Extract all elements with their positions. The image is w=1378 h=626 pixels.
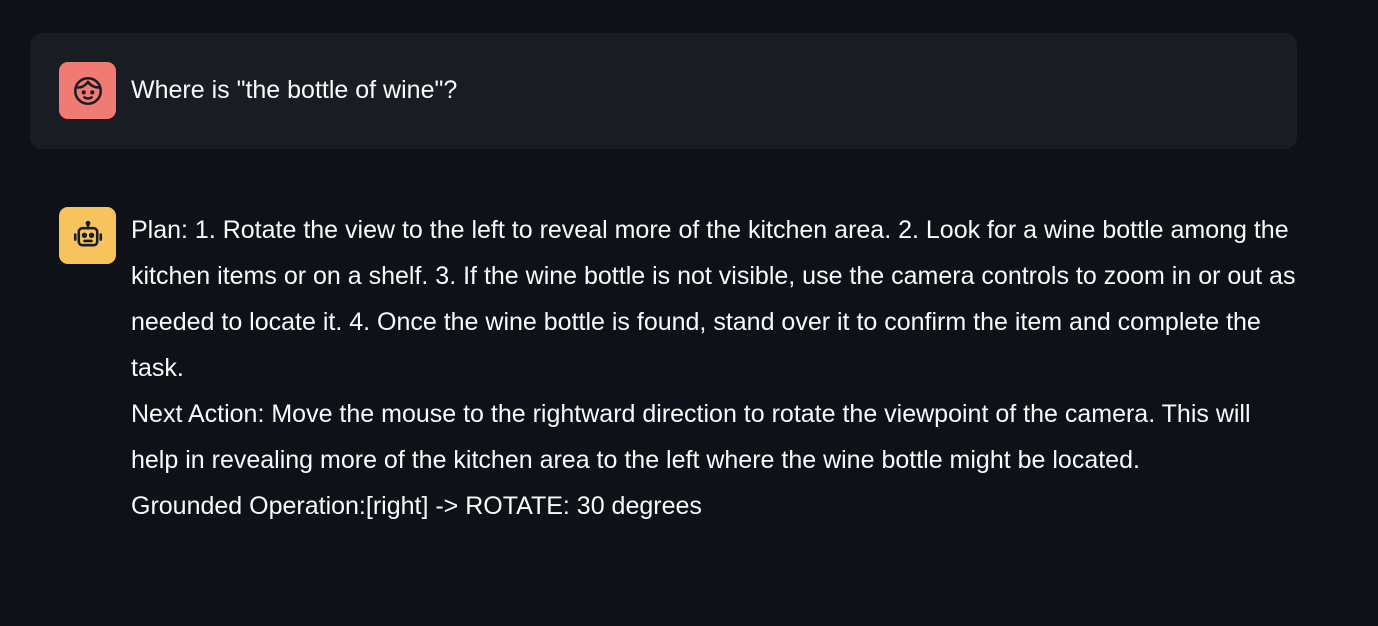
face-icon: [73, 76, 102, 105]
assistant-avatar: [59, 207, 116, 264]
assistant-chat-message: Plan: 1. Rotate the view to the left to …: [30, 178, 1297, 529]
user-chat-message: Where is "the bottle of wine"?: [30, 33, 1297, 149]
assistant-message-text: Plan: 1. Rotate the view to the left to …: [131, 207, 1297, 529]
next-action-text: Next Action: Move the mouse to the right…: [131, 400, 1251, 474]
user-avatar: [59, 62, 116, 119]
user-message-text: Where is "the bottle of wine"?: [131, 76, 458, 104]
plan-text: Plan: 1. Rotate the view to the left to …: [131, 216, 1296, 382]
robot-icon: [73, 220, 102, 246]
grounded-operation-text: Grounded Operation:[right] -> ROTATE: 30…: [131, 492, 702, 520]
